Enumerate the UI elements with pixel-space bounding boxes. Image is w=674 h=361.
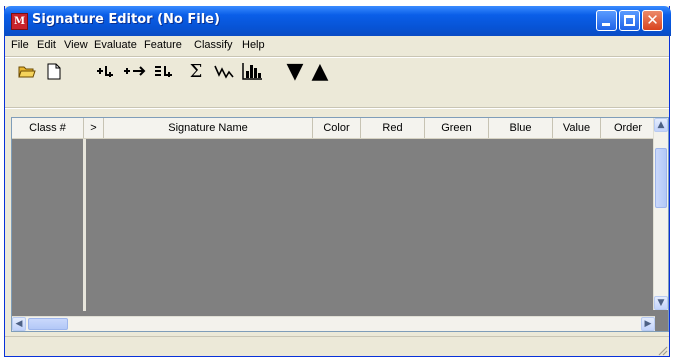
vertical-scroll-thumb[interactable] (655, 148, 667, 208)
new-document-icon[interactable] (45, 58, 63, 84)
horizontal-scrollbar[interactable]: ◀ ▶ (12, 316, 655, 331)
table-header: Class # > Signature Name Color Red Green… (12, 118, 655, 139)
column-signature-name[interactable]: Signature Name (104, 118, 313, 138)
menu-edit[interactable]: Edit (37, 39, 56, 51)
close-button[interactable]: ✕ (642, 10, 663, 31)
menu-bar: File Edit View Evaluate Feature Classify… (5, 36, 669, 56)
column-class-number[interactable]: Class # (12, 118, 84, 138)
sigma-statistics-icon[interactable]: Σ (187, 58, 205, 84)
add-signature-icon[interactable] (95, 58, 117, 84)
open-folder-icon[interactable] (17, 58, 37, 84)
menu-feature[interactable]: Feature (144, 39, 182, 51)
toolbar: Σ ▼ ▲ (5, 58, 669, 86)
column-red[interactable]: Red (361, 118, 425, 138)
column-blue[interactable]: Blue (489, 118, 553, 138)
histogram-icon[interactable] (241, 58, 263, 84)
table-body[interactable] (86, 139, 655, 311)
mean-plot-icon[interactable] (213, 58, 235, 84)
minimize-icon (602, 23, 610, 26)
menu-evaluate[interactable]: Evaluate (94, 39, 137, 51)
vertical-scrollbar[interactable]: ▲ ▼ (653, 118, 668, 310)
column-color[interactable]: Color (313, 118, 361, 138)
window-title: Signature Editor (No File) (32, 12, 220, 27)
scroll-down-icon[interactable]: ▼ (654, 296, 668, 310)
menu-file[interactable]: File (11, 39, 29, 51)
maximize-icon (624, 15, 635, 26)
title-bar[interactable]: M Signature Editor (No File) ✕ (4, 6, 671, 36)
toolbar-separator-highlight (5, 108, 669, 109)
status-bar (5, 336, 669, 357)
minimize-button[interactable] (596, 10, 617, 31)
close-icon: ✕ (646, 11, 659, 29)
menu-view[interactable]: View (64, 39, 88, 51)
horizontal-scroll-thumb[interactable] (28, 318, 68, 330)
menu-help[interactable]: Help (242, 39, 265, 51)
signature-table: Class # > Signature Name Color Red Green… (11, 117, 669, 332)
replace-signature-icon[interactable] (123, 58, 147, 84)
row-header-column (12, 139, 86, 311)
scroll-right-icon[interactable]: ▶ (641, 317, 655, 331)
move-down-triangle-icon[interactable]: ▼ (284, 58, 306, 84)
signature-editor-app-icon[interactable]: M (11, 13, 28, 30)
scroll-up-icon[interactable]: ▲ (654, 118, 668, 132)
column-green[interactable]: Green (425, 118, 489, 138)
maximize-button[interactable] (619, 10, 640, 31)
merge-signatures-icon[interactable] (153, 58, 177, 84)
move-up-triangle-icon[interactable]: ▲ (309, 58, 331, 84)
column-expand[interactable]: > (84, 118, 104, 138)
column-order[interactable]: Order (601, 118, 655, 138)
resize-grip-icon[interactable] (656, 344, 668, 356)
signature-editor-window: M Signature Editor (No File) ✕ File Edit… (4, 6, 671, 357)
scroll-left-icon[interactable]: ◀ (12, 317, 26, 331)
menu-classify[interactable]: Classify (194, 39, 233, 51)
column-value[interactable]: Value (553, 118, 601, 138)
